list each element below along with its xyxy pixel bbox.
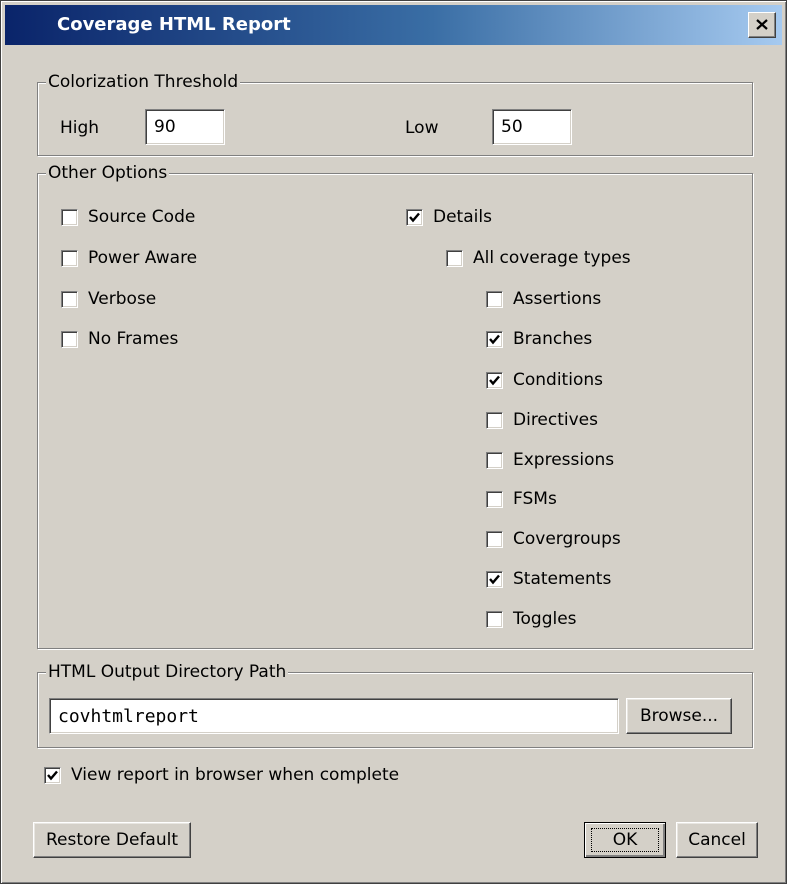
checkbox-box bbox=[446, 249, 463, 267]
assertions-checkbox[interactable]: Assertions bbox=[486, 288, 601, 310]
checkbox-label: View report in browser when complete bbox=[71, 765, 400, 785]
checkbox-label: Branches bbox=[513, 329, 593, 349]
conditions-checkbox[interactable]: Conditions bbox=[486, 369, 603, 391]
branches-checkbox[interactable]: Branches bbox=[486, 328, 592, 350]
checkbox-label: Expressions bbox=[513, 450, 615, 470]
fsms-checkbox[interactable]: FSMs bbox=[486, 488, 557, 510]
checkbox-box bbox=[486, 371, 503, 389]
restore-default-button[interactable]: Restore Default bbox=[33, 822, 191, 858]
covergroups-checkbox[interactable]: Covergroups bbox=[486, 528, 621, 550]
high-threshold-input[interactable] bbox=[145, 109, 225, 145]
checkbox-label: Directives bbox=[513, 410, 598, 430]
no-frames-checkbox[interactable]: No Frames bbox=[61, 328, 178, 350]
checkbox-label: Power Aware bbox=[88, 248, 198, 268]
power-aware-checkbox[interactable]: Power Aware bbox=[61, 247, 197, 269]
checkbox-box bbox=[61, 249, 78, 267]
checkbox-box bbox=[486, 451, 503, 469]
checkbox-label: Conditions bbox=[513, 370, 603, 390]
checkbox-box bbox=[44, 766, 61, 784]
focus-ring bbox=[591, 828, 659, 852]
checkbox-label: No Frames bbox=[88, 329, 179, 349]
browse-button[interactable]: Browse... bbox=[626, 698, 732, 734]
view-in-browser-checkbox[interactable]: View report in browser when complete bbox=[44, 764, 399, 786]
coverage-html-report-dialog: Coverage HTML Report Colorization Thresh… bbox=[0, 0, 787, 884]
high-label: High bbox=[60, 118, 100, 138]
output-directory-group: HTML Output Directory Path Browse... bbox=[37, 662, 753, 748]
directives-checkbox[interactable]: Directives bbox=[486, 409, 598, 431]
cancel-button[interactable]: Cancel bbox=[676, 822, 758, 858]
checkbox-label: Verbose bbox=[88, 289, 157, 309]
checkbox-label: Statements bbox=[513, 569, 612, 589]
colorization-threshold-group: Colorization Threshold High Low bbox=[37, 72, 753, 156]
check-icon bbox=[489, 375, 500, 385]
check-icon bbox=[409, 212, 420, 222]
close-button[interactable] bbox=[748, 12, 776, 38]
low-label: Low bbox=[405, 118, 439, 138]
colorization-threshold-label: Colorization Threshold bbox=[46, 72, 241, 92]
check-icon bbox=[47, 770, 58, 780]
checkbox-label: Assertions bbox=[513, 289, 602, 309]
checkbox-box bbox=[61, 290, 78, 308]
verbose-checkbox[interactable]: Verbose bbox=[61, 288, 156, 310]
close-icon bbox=[756, 19, 768, 30]
check-icon bbox=[489, 574, 500, 584]
statements-checkbox[interactable]: Statements bbox=[486, 568, 611, 590]
details-checkbox[interactable]: Details bbox=[406, 206, 492, 228]
checkbox-box bbox=[486, 330, 503, 348]
check-icon bbox=[489, 334, 500, 344]
checkbox-label: Toggles bbox=[513, 609, 577, 629]
checkbox-label: Source Code bbox=[88, 207, 196, 227]
output-path-input[interactable] bbox=[49, 698, 619, 734]
window-title: Coverage HTML Report bbox=[57, 14, 291, 35]
checkbox-box bbox=[486, 610, 503, 628]
checkbox-box bbox=[61, 330, 78, 348]
title-bar[interactable]: Coverage HTML Report bbox=[5, 5, 782, 45]
other-options-label: Other Options bbox=[46, 163, 170, 183]
ok-button[interactable]: OK bbox=[584, 822, 666, 858]
checkbox-label: Details bbox=[433, 207, 492, 227]
other-options-group: Other Options Source Code Power Aware Ve… bbox=[37, 163, 753, 649]
source-code-checkbox[interactable]: Source Code bbox=[61, 206, 195, 228]
checkbox-box bbox=[486, 290, 503, 308]
checkbox-box bbox=[61, 208, 78, 226]
output-directory-label: HTML Output Directory Path bbox=[46, 662, 289, 682]
low-threshold-input[interactable] bbox=[492, 109, 572, 145]
all-coverage-types-checkbox[interactable]: All coverage types bbox=[446, 247, 631, 269]
checkbox-box bbox=[486, 411, 503, 429]
checkbox-box bbox=[486, 490, 503, 508]
checkbox-box bbox=[486, 570, 503, 588]
toggles-checkbox[interactable]: Toggles bbox=[486, 608, 577, 630]
checkbox-label: All coverage types bbox=[473, 248, 631, 268]
checkbox-box bbox=[486, 530, 503, 548]
checkbox-label: FSMs bbox=[513, 489, 557, 509]
expressions-checkbox[interactable]: Expressions bbox=[486, 449, 614, 471]
checkbox-box bbox=[406, 208, 423, 226]
checkbox-label: Covergroups bbox=[513, 529, 621, 549]
